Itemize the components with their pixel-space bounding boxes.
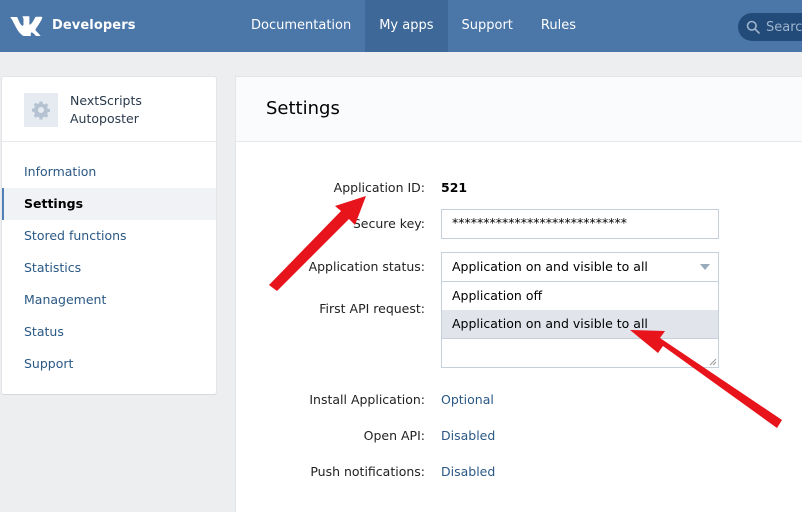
app-status-dropdown: Application off Application on and visib… bbox=[441, 281, 719, 339]
app-status-selected: Application on and visible to all bbox=[452, 259, 648, 274]
top-nav: Documentation My apps Support Rules bbox=[237, 0, 590, 52]
nav-documentation[interactable]: Documentation bbox=[237, 0, 365, 52]
gear-icon bbox=[32, 101, 50, 120]
status-option-off[interactable]: Application off bbox=[442, 282, 718, 310]
app-status-label: Application status: bbox=[308, 259, 425, 274]
app-header: NextScripts Autoposter bbox=[2, 77, 216, 142]
brand-title: Developers bbox=[52, 17, 136, 33]
nav-support[interactable]: Support bbox=[448, 0, 527, 52]
status-option-on-visible[interactable]: Application on and visible to all bbox=[442, 310, 718, 338]
top-bar: Developers Documentation My apps Support… bbox=[0, 0, 802, 52]
search-icon bbox=[746, 20, 760, 34]
nav-rules[interactable]: Rules bbox=[527, 0, 590, 52]
install-app-label: Install Application: bbox=[309, 392, 425, 407]
sidebar-item-information[interactable]: Information bbox=[2, 156, 216, 188]
sidebar-item-status[interactable]: Status bbox=[2, 316, 216, 348]
vk-logo-icon bbox=[10, 16, 43, 36]
install-app-value[interactable]: Optional bbox=[441, 392, 494, 407]
open-api-value[interactable]: Disabled bbox=[441, 428, 495, 443]
app-name: NextScripts Autoposter bbox=[70, 92, 142, 128]
resize-handle-icon[interactable] bbox=[709, 358, 717, 366]
first-api-textarea[interactable] bbox=[441, 339, 719, 368]
nav-my-apps[interactable]: My apps bbox=[365, 0, 448, 52]
sidebar-menu: Information Settings Stored functions St… bbox=[2, 142, 216, 380]
app-avatar bbox=[24, 93, 58, 127]
sidebar-item-support[interactable]: Support bbox=[2, 348, 216, 380]
page-title: Settings bbox=[236, 77, 802, 142]
search-placeholder: Search bbox=[766, 19, 802, 35]
logo[interactable]: Developers bbox=[10, 14, 136, 36]
sidebar-item-settings[interactable]: Settings bbox=[2, 188, 216, 220]
open-api-label: Open API: bbox=[363, 428, 425, 443]
sidebar-item-statistics[interactable]: Statistics bbox=[2, 252, 216, 284]
push-notifications-label: Push notifications: bbox=[310, 464, 425, 479]
app-name-line2: Autoposter bbox=[70, 111, 139, 126]
first-api-label: First API request: bbox=[319, 301, 425, 316]
app-id-label: Application ID: bbox=[333, 180, 425, 195]
sidebar-item-stored-functions[interactable]: Stored functions bbox=[2, 220, 216, 252]
secure-key-field[interactable]: **************************** bbox=[441, 209, 719, 239]
search-input[interactable]: Search bbox=[738, 13, 802, 41]
secure-key-label: Secure key: bbox=[352, 216, 425, 231]
sidebar-item-management[interactable]: Management bbox=[2, 284, 216, 316]
app-status-select[interactable]: Application on and visible to all bbox=[441, 252, 719, 282]
app-sidebar: NextScripts Autoposter Information Setti… bbox=[2, 77, 216, 394]
push-notifications-value[interactable]: Disabled bbox=[441, 464, 495, 479]
app-id-value: 521 bbox=[441, 180, 468, 195]
app-name-line1: NextScripts bbox=[70, 93, 142, 108]
chevron-down-icon bbox=[700, 264, 710, 270]
